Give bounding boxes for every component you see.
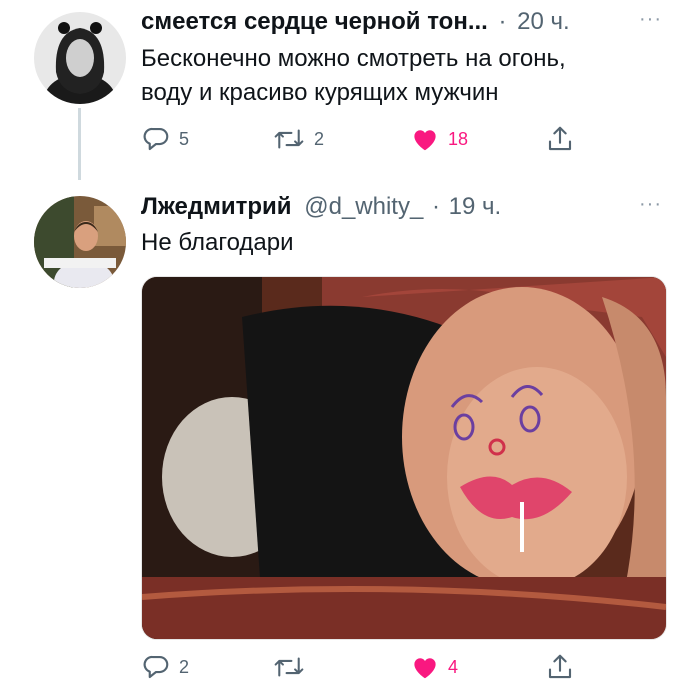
media-photo <box>142 277 666 639</box>
reply-icon <box>143 127 169 151</box>
tweet-actions: 2 4 <box>0 652 700 682</box>
share-icon <box>548 654 572 679</box>
retweet-button[interactable]: 2 <box>272 124 324 154</box>
reply-icon <box>143 655 169 679</box>
tweet-header: смеется сердце черной тон... · 20 ч. <box>141 8 570 36</box>
share-button[interactable] <box>545 652 575 682</box>
retweet-icon <box>274 657 304 677</box>
reply-button[interactable]: 2 <box>141 652 189 682</box>
like-count: 18 <box>448 128 469 149</box>
share-icon <box>548 126 572 151</box>
author-name[interactable]: Лжедмитрий <box>141 193 292 220</box>
reply-count: 5 <box>179 128 190 149</box>
avatar[interactable] <box>34 12 126 104</box>
reply-count: 2 <box>179 656 190 677</box>
more-icon[interactable]: ··· <box>639 8 662 31</box>
author-name[interactable]: смеется сердце черной тон... <box>141 8 488 35</box>
tweet-header: Лжедмитрий @d_whity_ · 19 ч. <box>141 193 501 221</box>
share-button[interactable] <box>545 124 575 154</box>
tweet-text-line: Не благодари <box>141 229 294 256</box>
retweet-button[interactable] <box>272 652 314 682</box>
timestamp[interactable]: 20 ч. <box>517 8 570 35</box>
avatar-photo-man <box>34 196 126 288</box>
timestamp[interactable]: 19 ч. <box>449 193 502 220</box>
heart-icon <box>414 130 436 151</box>
reply-button[interactable]: 5 <box>141 124 189 154</box>
separator-dot: · <box>498 8 507 35</box>
like-count: 4 <box>448 656 459 677</box>
retweet-icon <box>274 129 304 149</box>
like-button[interactable]: 18 <box>410 124 468 154</box>
author-handle[interactable]: @d_whity_ <box>304 193 423 220</box>
avatar-photo-woman <box>34 12 126 104</box>
retweet-count: 2 <box>314 128 325 149</box>
tweet-text: Бесконечно можно смотреть на огонь, воду… <box>141 42 566 110</box>
tweet-media-image[interactable] <box>141 276 667 640</box>
tweet-text-line: Бесконечно можно смотреть на огонь, <box>141 45 566 72</box>
tweet-text-line: воду и красиво курящих мужчин <box>141 79 499 106</box>
more-icon[interactable]: ··· <box>639 193 662 216</box>
tweet-actions: 5 2 18 <box>0 124 700 154</box>
heart-icon <box>414 658 436 679</box>
separator-dot: · <box>432 193 440 220</box>
avatar[interactable] <box>34 196 126 288</box>
tweet-text: Не благодари <box>141 226 294 260</box>
like-button[interactable]: 4 <box>410 652 458 682</box>
